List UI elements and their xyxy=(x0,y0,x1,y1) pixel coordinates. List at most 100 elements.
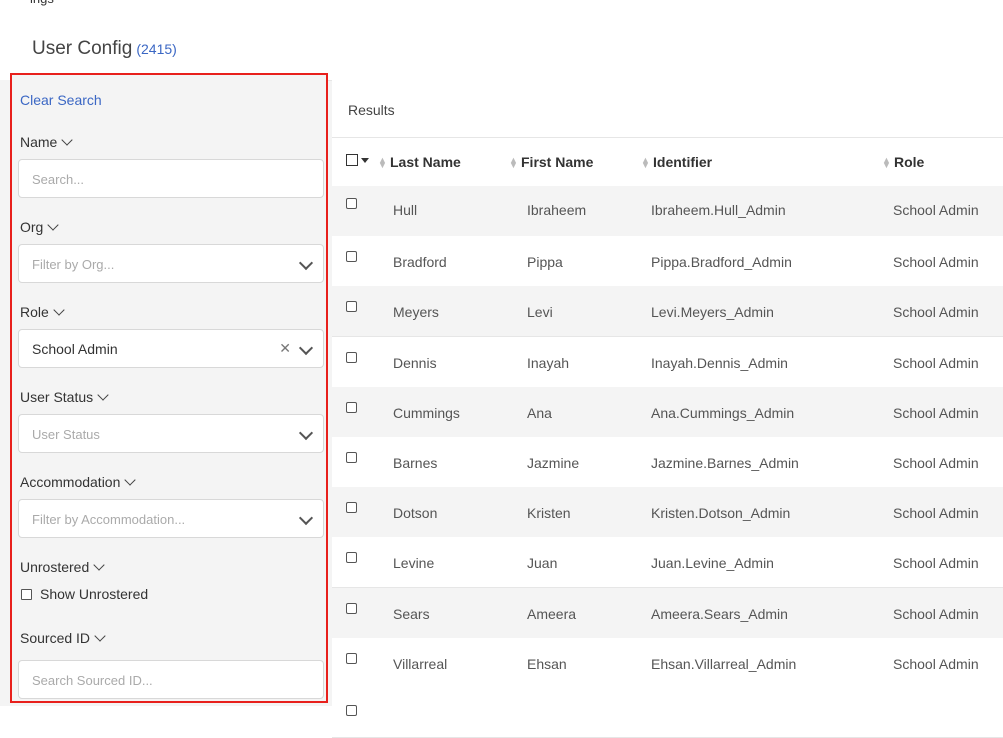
sourced-id-input[interactable]: Search Sourced ID... xyxy=(18,660,324,699)
table-cell: Inayah.Dennis_Admin xyxy=(651,354,788,371)
dropdown-arrow-icon xyxy=(298,255,314,271)
column-header-first-name[interactable]: ▲ ▼ First Name xyxy=(509,154,593,170)
table-cell: School Admin xyxy=(893,202,979,218)
row-checkbox[interactable] xyxy=(346,251,357,263)
user-status-select[interactable]: User Status xyxy=(18,414,324,453)
table-row[interactable]: Barnes Jazmine Jazmine.Barnes_Admin School … xyxy=(332,437,1003,488)
table-cell: Levi.Meyers_Admin xyxy=(651,304,774,321)
table-cell: School Admin xyxy=(893,354,979,371)
table-cell: Pippa.Bradford_Admin xyxy=(651,254,792,271)
row-checkbox[interactable] xyxy=(346,401,357,413)
table-row[interactable]: Hull Ibraheem Ibraheem.Hull_Admin School Ad… xyxy=(332,186,1003,237)
table-cell: Cummings xyxy=(393,404,460,421)
column-header-role[interactable]: ▲ ▼ Role xyxy=(882,154,924,170)
table-cell: Hull xyxy=(393,202,418,218)
clear-search-link[interactable]: Clear Search xyxy=(20,92,102,108)
show-unrostered-checkbox[interactable]: Show Unrostered xyxy=(21,586,148,602)
chevron-down-icon xyxy=(53,304,65,316)
row-checkbox[interactable] xyxy=(346,652,357,664)
page-header: User Config (2415) xyxy=(10,10,1003,81)
role-select[interactable]: School Admin ✕ xyxy=(18,329,324,368)
user-status-filter-toggle[interactable]: User Status xyxy=(20,389,109,405)
table-cell: Ibraheem xyxy=(527,202,587,218)
table-cell: School Admin xyxy=(893,254,979,271)
dropdown-arrow-icon xyxy=(298,510,314,526)
table-row[interactable]: Dennis Inayah Inayah.Dennis_Admin School Ad… xyxy=(332,336,1003,388)
table-cell: Villarreal xyxy=(393,655,448,672)
chevron-down-icon xyxy=(93,559,105,571)
row-checkbox[interactable] xyxy=(346,351,357,363)
table-cell: Jazmine.Barnes_Admin xyxy=(651,455,799,471)
table-cell: School Admin xyxy=(893,505,979,522)
user-count: (2415) xyxy=(136,41,177,57)
table-cell: Juan xyxy=(527,555,558,572)
table-cell: Juan.Levine_Admin xyxy=(651,555,774,572)
select-all-checkbox[interactable] xyxy=(346,154,358,166)
column-header-last-name[interactable]: ▲ ▼ Last Name xyxy=(378,154,461,170)
table-cell: Bradford xyxy=(393,254,447,271)
row-checkbox[interactable] xyxy=(346,602,357,614)
table-cell: Jazmine xyxy=(527,455,580,471)
table-cell: Ibraheem.Hull_Admin xyxy=(651,202,786,218)
table-row[interactable]: Sears Ameera Ameera.Sears_Admin School Admi… xyxy=(332,587,1003,639)
row-checkbox[interactable] xyxy=(346,502,357,514)
dropdown-arrow-icon xyxy=(298,340,314,356)
row-checkbox[interactable] xyxy=(346,705,357,716)
table-cell: School Admin xyxy=(893,605,979,622)
sourced-id-filter-toggle[interactable]: Sourced ID xyxy=(20,630,106,646)
results-panel: Results ▲ ▼ Last Name ▲ ▼ First Name ▲ ▼ Ident… xyxy=(332,80,1003,738)
table-cell: School Admin xyxy=(893,555,979,572)
table-cell: Dotson xyxy=(393,505,438,522)
caret-down-icon[interactable] xyxy=(361,158,369,163)
sort-icon: ▲ ▼ xyxy=(509,155,518,171)
table-row[interactable]: Levine Juan Juan.Levine_Admin School Admin xyxy=(332,537,1003,589)
unrostered-filter-toggle[interactable]: Unrostered xyxy=(20,559,105,575)
chevron-down-icon xyxy=(61,134,74,146)
filter-sidebar: Clear Search Name Search... Org Filter b… xyxy=(10,73,328,703)
table-cell: Inayah xyxy=(527,354,570,371)
table-row[interactable]: Bradford Pippa Pippa.Bradford_Admin School … xyxy=(332,236,1003,288)
table-cell: Levi xyxy=(527,304,553,321)
table-row[interactable]: Dotson Kristen Kristen.Dotson_Admin School … xyxy=(332,487,1003,539)
clear-selection-icon[interactable]: ✕ xyxy=(279,340,291,357)
table-cell: Ana.Cummings_Admin xyxy=(651,404,795,421)
table-header: ▲ ▼ Last Name ▲ ▼ First Name ▲ ▼ Identifier ▲ ▼… xyxy=(332,137,1003,187)
table-cell: Ana xyxy=(527,404,552,421)
org-select[interactable]: Filter by Org... xyxy=(18,244,324,283)
table-cell: Ehsan xyxy=(527,655,567,672)
table-cell: School Admin xyxy=(893,655,979,672)
name-search-input[interactable]: Search... xyxy=(18,159,324,198)
chevron-down-icon xyxy=(47,219,60,231)
row-checkbox[interactable] xyxy=(346,452,357,463)
table-cell: Sears xyxy=(393,605,430,622)
role-filter-toggle[interactable]: Role xyxy=(20,304,65,320)
row-checkbox[interactable] xyxy=(346,552,357,564)
column-header-identifier[interactable]: ▲ ▼ Identifier xyxy=(641,154,712,170)
sort-icon: ▲ ▼ xyxy=(378,155,387,171)
row-checkbox[interactable] xyxy=(346,198,357,209)
page-title: User Config (2415) xyxy=(32,38,177,59)
table-row[interactable]: Cummings Ana Ana.Cummings_Admin School Admi… xyxy=(332,386,1003,438)
sort-icon: ▲ ▼ xyxy=(882,155,891,171)
table-cell: Kristen xyxy=(527,505,571,522)
org-filter-toggle[interactable]: Org xyxy=(20,219,60,235)
row-checkbox[interactable] xyxy=(346,301,357,313)
checkbox-icon[interactable] xyxy=(21,588,32,600)
table-cell: Barnes xyxy=(393,455,438,471)
dropdown-arrow-icon xyxy=(298,425,314,441)
name-filter-toggle[interactable]: Name xyxy=(20,134,74,150)
table-cell: Pippa xyxy=(527,254,563,271)
table-cell: School Admin xyxy=(893,455,979,471)
table-row-partial xyxy=(332,687,1003,738)
accommodation-select[interactable]: Filter by Accommodation... xyxy=(18,499,324,538)
chevron-down-icon xyxy=(97,389,109,401)
top-cropped-text: ings xyxy=(0,0,80,8)
table-row[interactable]: Villarreal Ehsan Ehsan.Villarreal_Admin Sch… xyxy=(332,637,1003,689)
table-cell: Ameera.Sears_Admin xyxy=(651,605,788,622)
table-cell: Kristen.Dotson_Admin xyxy=(651,505,791,522)
chevron-down-icon xyxy=(124,474,137,486)
table-cell: School Admin xyxy=(893,404,979,421)
table-cell: Dennis xyxy=(393,354,437,371)
accommodation-filter-toggle[interactable]: Accommodation xyxy=(20,474,137,490)
table-row[interactable]: Meyers Levi Levi.Meyers_Admin School Admin xyxy=(332,286,1003,338)
